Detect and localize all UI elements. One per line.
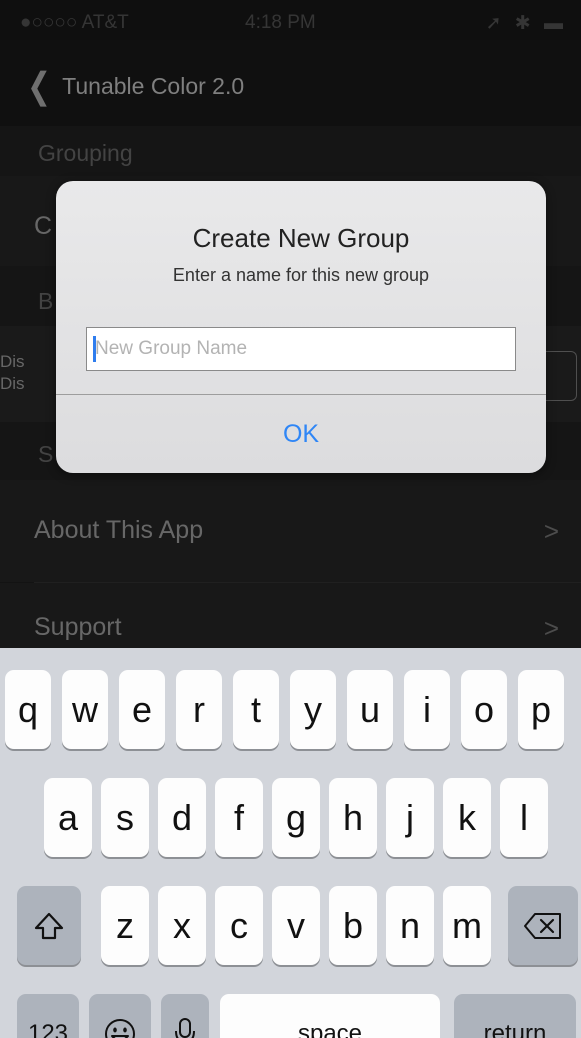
key-d[interactable]: d (158, 778, 206, 857)
key-j[interactable]: j (386, 778, 434, 857)
dictation-key[interactable] (161, 994, 209, 1038)
key-k[interactable]: k (443, 778, 491, 857)
key-i[interactable]: i (404, 670, 450, 749)
key-z[interactable]: z (101, 886, 149, 965)
key-c[interactable]: c (215, 886, 263, 965)
key-r[interactable]: r (176, 670, 222, 749)
delete-icon (524, 912, 561, 939)
key-t[interactable]: t (233, 670, 279, 749)
emoji-icon (105, 1018, 135, 1038)
key-h[interactable]: h (329, 778, 377, 857)
alert-message: Enter a name for this new group (172, 265, 430, 285)
key-x[interactable]: x (158, 886, 206, 965)
create-group-alert: Create New Group Enter a name for this n… (56, 181, 546, 473)
group-name-input[interactable] (86, 327, 516, 371)
space-key[interactable]: space (220, 994, 440, 1038)
key-p[interactable]: p (518, 670, 564, 749)
shift-key[interactable] (17, 886, 81, 965)
delete-key[interactable] (508, 886, 578, 965)
key-e[interactable]: e (119, 670, 165, 749)
key-l[interactable]: l (500, 778, 548, 857)
return-key[interactable]: return (454, 994, 576, 1038)
key-u[interactable]: u (347, 670, 393, 749)
key-b[interactable]: b (329, 886, 377, 965)
key-s[interactable]: s (101, 778, 149, 857)
ok-button[interactable]: OK (56, 395, 546, 473)
key-g[interactable]: g (272, 778, 320, 857)
key-m[interactable]: m (443, 886, 491, 965)
alert-title: Create New Group (192, 223, 410, 253)
key-v[interactable]: v (272, 886, 320, 965)
shift-icon (34, 912, 64, 939)
microphone-icon (175, 1017, 195, 1038)
key-n[interactable]: n (386, 886, 434, 965)
emoji-key[interactable] (89, 994, 151, 1038)
key-o[interactable]: o (461, 670, 507, 749)
screen: ●○○○○ AT&T 4:18 PM ➚ ✱ ▬ ❮ Tunable Color… (0, 0, 581, 1038)
key-q[interactable]: q (5, 670, 51, 749)
key-w[interactable]: w (62, 670, 108, 749)
numbers-key[interactable]: 123 (17, 994, 79, 1038)
key-a[interactable]: a (44, 778, 92, 857)
text-cursor (93, 336, 96, 362)
keyboard: q w e r t y u i o p a s d f g h j k l z … (0, 648, 581, 1038)
key-y[interactable]: y (290, 670, 336, 749)
key-f[interactable]: f (215, 778, 263, 857)
